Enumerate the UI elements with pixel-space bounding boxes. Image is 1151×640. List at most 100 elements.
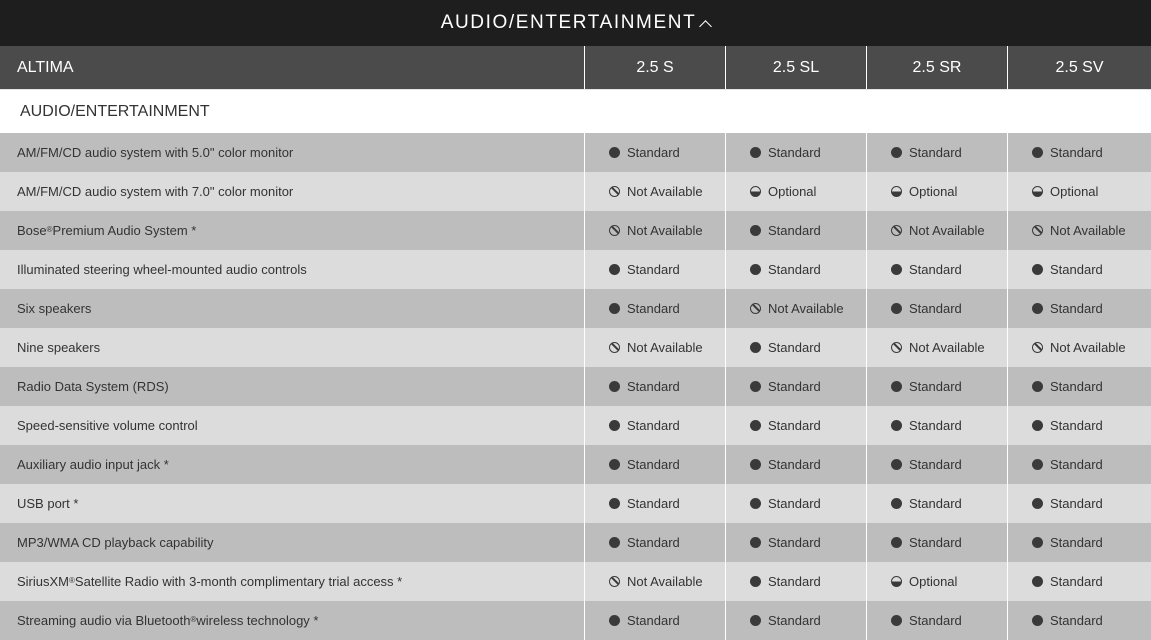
filled-circle-icon [609, 264, 620, 275]
availability-label: Standard [768, 457, 821, 472]
availability-cell: Not Available [585, 172, 726, 211]
filled-circle-icon [609, 303, 620, 314]
feature-table: AM/FM/CD audio system with 5.0" color mo… [0, 133, 1151, 640]
table-row: Illuminated steering wheel-mounted audio… [0, 250, 1151, 289]
filled-circle-icon [750, 459, 761, 470]
availability-label: Standard [627, 496, 680, 511]
availability-label: Standard [627, 457, 680, 472]
availability-cell: Not Available [1008, 328, 1151, 367]
chevron-up-icon [699, 19, 713, 33]
availability-cell: Standard [726, 250, 867, 289]
trim-header: 2.5 SL [726, 46, 867, 89]
feature-label: Bose [17, 223, 47, 238]
availability-cell: Standard [726, 328, 867, 367]
feature-name: Streaming audio via Bluetooth ® wireless … [0, 601, 585, 640]
filled-circle-icon [1032, 147, 1043, 158]
filled-circle-icon [1032, 537, 1043, 548]
feature-name: Auxiliary audio input jack * [0, 445, 585, 484]
availability-label: Optional [909, 574, 958, 589]
availability-label: Standard [909, 145, 962, 160]
availability-cell: Standard [1008, 289, 1151, 328]
filled-circle-icon [1032, 381, 1043, 392]
table-row: Radio Data System (RDS) Standard Standard S… [0, 367, 1151, 406]
filled-circle-icon [891, 420, 902, 431]
trim-header: 2.5 SV [1055, 58, 1104, 76]
filled-circle-icon [891, 615, 902, 626]
feature-label-rest: Satellite Radio with 3-month complimenta… [74, 574, 403, 589]
filled-circle-icon [750, 381, 761, 392]
availability-cell: Not Available [726, 289, 867, 328]
availability-label: Standard [768, 418, 821, 433]
model-name: ALTIMA [0, 46, 585, 89]
filled-circle-icon [891, 303, 902, 314]
filled-circle-icon [1032, 459, 1043, 470]
availability-cell: Standard [585, 523, 726, 562]
availability-label: Standard [909, 301, 962, 316]
availability-label: Standard [909, 379, 962, 394]
availability-label: Standard [1050, 418, 1103, 433]
feature-name: USB port * [0, 484, 585, 523]
availability-label: Not Available [1050, 223, 1126, 238]
feature-label: SiriusXM [17, 574, 70, 589]
availability-cell: Standard [585, 133, 726, 172]
availability-cell: Standard [726, 367, 867, 406]
feature-label: AM/FM/CD audio system with 5.0" color mo… [17, 145, 294, 160]
section-toggle[interactable]: AUDIO/ENTERTAINMENT [0, 0, 1151, 46]
availability-label: Optional [909, 184, 958, 199]
availability-label: Standard [1050, 301, 1103, 316]
availability-label: Not Available [909, 223, 985, 238]
availability-label: Standard [627, 613, 680, 628]
table-row: AM/FM/CD audio system with 5.0" color mo… [0, 133, 1151, 172]
filled-circle-icon [750, 420, 761, 431]
feature-label-rest: wireless technology * [196, 613, 319, 628]
filled-circle-icon [609, 147, 620, 158]
not-available-icon [891, 225, 902, 236]
filled-circle-icon [750, 498, 761, 509]
availability-cell: Standard [867, 484, 1008, 523]
availability-cell: Standard [867, 289, 1008, 328]
feature-name: SiriusXM ® Satellite Radio with 3-month c… [0, 562, 585, 601]
filled-circle-icon [750, 264, 761, 275]
table-row: Speed-sensitive volume control Standard St… [0, 406, 1151, 445]
not-available-icon [750, 303, 761, 314]
availability-cell: Standard [867, 445, 1008, 484]
registered-mark: ® [190, 615, 197, 624]
registered-mark: ® [69, 576, 75, 585]
trim-header: 2.5 SR [867, 46, 1008, 89]
section-toggle-label: AUDIO/ENTERTAINMENT [440, 12, 697, 33]
not-available-icon [1032, 225, 1043, 236]
availability-cell: Optional [726, 172, 867, 211]
availability-label: Standard [768, 145, 821, 160]
filled-circle-icon [1032, 264, 1043, 275]
feature-name: Bose ® Premium Audio System * [0, 211, 585, 250]
availability-label: Standard [909, 613, 962, 628]
availability-cell: Standard [1008, 601, 1151, 640]
availability-label: Standard [768, 613, 821, 628]
availability-label: Standard [1050, 574, 1103, 589]
availability-cell: Standard [867, 367, 1008, 406]
availability-label: Not Available [627, 574, 703, 589]
availability-label: Optional [768, 184, 817, 199]
availability-label: Standard [627, 418, 680, 433]
not-available-icon [609, 342, 620, 353]
half-circle-icon [750, 186, 761, 197]
filled-circle-icon [750, 537, 761, 548]
availability-cell: Standard [867, 523, 1008, 562]
feature-label: MP3/WMA CD playback capability [17, 535, 214, 550]
availability-cell: Standard [726, 601, 867, 640]
trim-header: 2.5 S [585, 46, 726, 89]
feature-label: Six speakers [17, 301, 92, 316]
availability-label: Standard [1050, 535, 1103, 550]
availability-cell: Standard [726, 133, 867, 172]
availability-cell: Standard [1008, 406, 1151, 445]
feature-label: Radio Data System (RDS) [17, 379, 169, 394]
availability-label: Standard [909, 262, 962, 277]
availability-cell: Standard [726, 484, 867, 523]
filled-circle-icon [891, 459, 902, 470]
availability-cell: Not Available [585, 328, 726, 367]
not-available-icon [609, 576, 620, 587]
availability-cell: Standard [1008, 562, 1151, 601]
filled-circle-icon [1032, 498, 1043, 509]
availability-label: Not Available [627, 223, 703, 238]
filled-circle-icon [750, 615, 761, 626]
